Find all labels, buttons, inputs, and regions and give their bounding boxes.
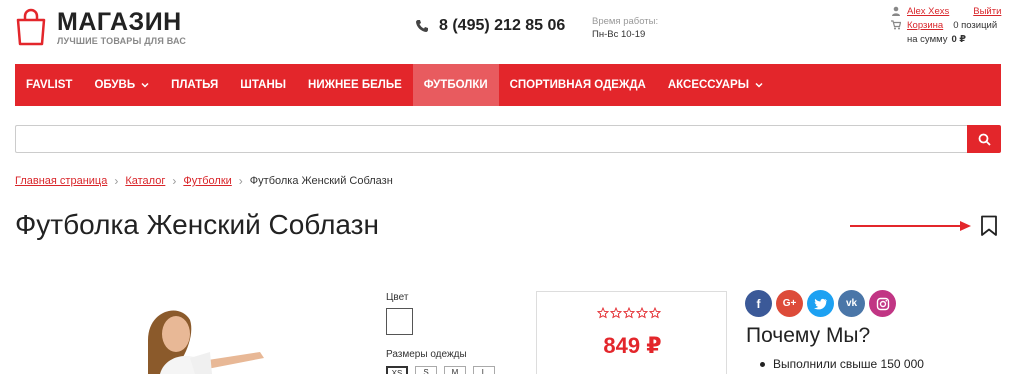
chevron-right-icon: › — [114, 174, 119, 188]
arrow-annotation-icon — [850, 221, 971, 231]
star-icon[interactable] — [649, 307, 661, 319]
twitter-icon[interactable] — [807, 290, 834, 317]
nav-label: FAVLIST — [26, 79, 73, 91]
cart-sum-label: на сумму — [907, 33, 948, 45]
cart-count: 0 позиций — [953, 19, 998, 31]
nav-label: СПОРТИВНАЯ ОДЕЖДА — [509, 79, 646, 91]
logo-title: МАГАЗИН — [57, 7, 182, 36]
nav-label: ШТАНЫ — [240, 79, 287, 91]
facebook-icon[interactable]: f — [745, 290, 772, 317]
user-block: Alex Xexs Выйти Корзина 0 позиций на сум… — [891, 4, 1001, 46]
search-button[interactable] — [967, 125, 1001, 153]
instagram-icon[interactable] — [869, 290, 896, 317]
chevron-right-icon: › — [238, 174, 243, 188]
product-price: 849 ₽ — [603, 333, 662, 358]
work-hours-value: Пн-Вс 10-19 — [592, 29, 646, 40]
search-input[interactable] — [15, 125, 967, 153]
chevron-right-icon: › — [172, 174, 177, 188]
google-plus-icon[interactable]: G+ — [776, 290, 803, 317]
cart-sum-value: 0 ₽ — [951, 33, 967, 45]
breadcrumb-tshirts[interactable]: Футболки — [183, 175, 231, 187]
why-us-item: Выполнили свыше 150 000 — [760, 357, 924, 371]
size-option[interactable]: L — [473, 366, 495, 374]
nav-label: НИЖНЕЕ БЕЛЬЕ — [308, 79, 402, 91]
cart-icon — [891, 20, 901, 30]
nav-item-accessories[interactable]: АКСЕССУАРЫ — [657, 64, 774, 106]
star-icon[interactable] — [597, 307, 609, 319]
phone-block[interactable]: 8 (495) 212 85 06 — [415, 17, 565, 35]
bullet-icon — [760, 361, 765, 367]
bird-glyph — [813, 298, 827, 309]
star-icon[interactable] — [623, 307, 635, 319]
page-title: Футболка Женский Соблазн — [15, 209, 379, 240]
size-option[interactable]: S — [415, 366, 437, 374]
bookmark-icon[interactable] — [980, 215, 998, 237]
vk-icon[interactable]: vk — [838, 290, 865, 317]
why-us-item-text: Выполнили свыше 150 000 — [773, 357, 924, 371]
user-icon — [892, 6, 900, 16]
nav-label: ПЛАТЬЯ — [171, 79, 219, 91]
breadcrumb-home[interactable]: Главная страница — [15, 175, 107, 187]
site-header: МАГАЗИН ЛУЧШИЕ ТОВАРЫ ДЛЯ ВАС 8 (495) 21… — [0, 0, 1024, 64]
nav-label: ФУТБОЛКИ — [423, 79, 488, 91]
chevron-down-icon — [141, 82, 149, 88]
work-hours-label: Время работы: — [592, 16, 659, 27]
nav-item-dresses[interactable]: ПЛАТЬЯ — [160, 64, 229, 106]
star-icon[interactable] — [610, 307, 622, 319]
rating-stars[interactable] — [597, 307, 662, 319]
breadcrumb-catalog[interactable]: Каталог — [125, 175, 165, 187]
search-bar — [15, 125, 1001, 153]
work-hours: Время работы: Пн-Вс 10-19 — [592, 15, 658, 41]
product-photo[interactable] — [140, 300, 270, 374]
color-label: Цвет — [386, 292, 409, 303]
why-us-title: Почему Мы? — [746, 324, 871, 347]
nav-label: АКСЕССУАРЫ — [667, 79, 749, 91]
logout-link[interactable]: Выйти — [973, 4, 1001, 19]
chevron-down-icon — [755, 82, 763, 88]
social-share: f G+ vk — [745, 290, 900, 317]
size-option[interactable]: XS — [386, 366, 408, 374]
search-icon — [978, 133, 991, 146]
color-swatch[interactable] — [386, 308, 413, 335]
logo-subtitle: ЛУЧШИЕ ТОВАРЫ ДЛЯ ВАС — [57, 35, 187, 46]
logo[interactable]: МАГАЗИН ЛУЧШИЕ ТОВАРЫ ДЛЯ ВАС — [15, 8, 186, 46]
user-name-link[interactable]: Alex Xexs — [907, 4, 949, 19]
size-selector: XS S M L — [386, 366, 502, 374]
price-box: 849 ₽ — [536, 291, 727, 374]
breadcrumb-current: Футболка Женский Соблазн — [249, 175, 393, 187]
camera-glyph — [876, 297, 889, 310]
nav-item-underwear[interactable]: НИЖНЕЕ БЕЛЬЕ — [297, 64, 413, 106]
nav-item-favlist[interactable]: FAVLIST — [15, 64, 83, 106]
star-icon[interactable] — [636, 307, 648, 319]
nav-item-shoes[interactable]: ОБУВЬ — [83, 64, 160, 106]
nav-item-sportswear[interactable]: СПОРТИВНАЯ ОДЕЖДА — [499, 64, 657, 106]
main-nav: FAVLIST ОБУВЬ ПЛАТЬЯ ШТАНЫ НИЖНЕЕ БЕЛЬЕ … — [15, 64, 1001, 106]
shopping-bag-icon — [16, 8, 46, 46]
breadcrumb: Главная страница › Каталог › Футболки › … — [15, 174, 393, 188]
nav-item-pants[interactable]: ШТАНЫ — [229, 64, 297, 106]
phone-icon — [416, 20, 428, 32]
nav-label: ОБУВЬ — [94, 79, 136, 91]
phone-number: 8 (495) 212 85 06 — [439, 17, 566, 34]
cart-link[interactable]: Корзина — [907, 18, 943, 33]
size-option[interactable]: M — [444, 366, 466, 374]
size-label: Размеры одежды — [386, 349, 467, 360]
nav-item-tshirts[interactable]: ФУТБОЛКИ — [412, 64, 499, 106]
